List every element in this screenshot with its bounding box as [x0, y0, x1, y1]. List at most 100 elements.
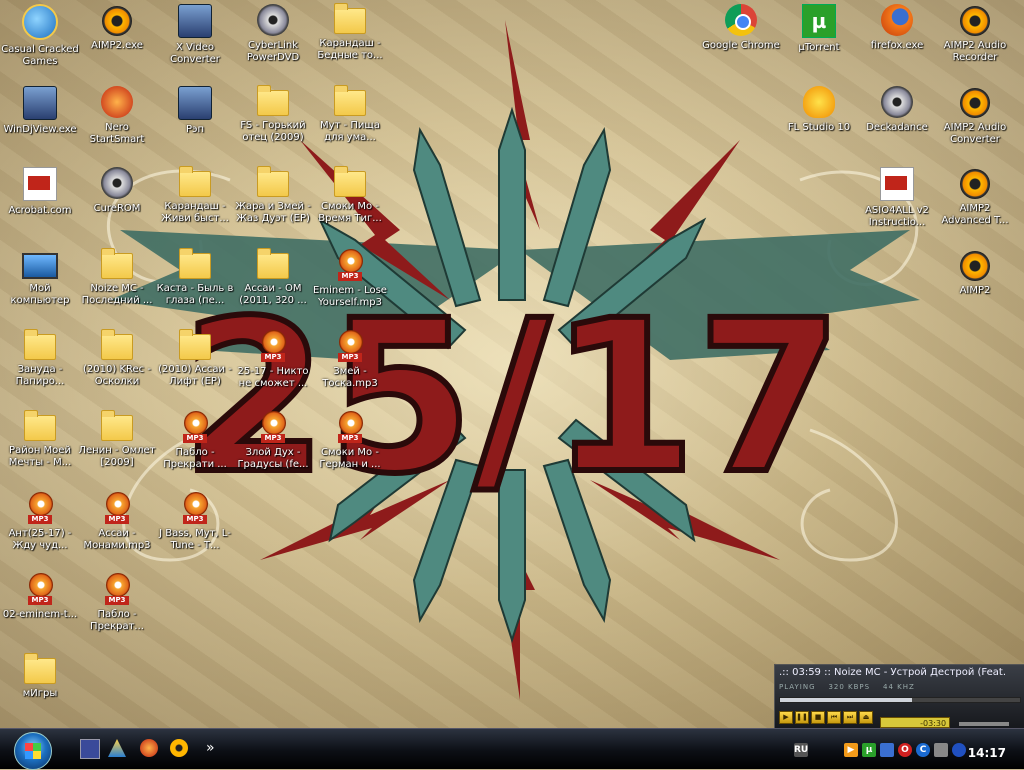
desktop-icon-label: CyberLink PowerDVD [246, 40, 300, 63]
utorrent-tray-icon[interactable]: µ [862, 743, 876, 757]
desktop-icon-label: Район Моей Мечты - М... [8, 445, 72, 468]
player-bitrate: 320 KBPS [828, 683, 871, 691]
desktop-icon-label: Смоки Мо - Время Тиг... [318, 201, 382, 224]
desktop-icon-label: Ант(25-17) - Жду чуд... [8, 528, 72, 551]
player-seek-bar[interactable] [779, 697, 1021, 703]
desktop-icon[interactable]: MP3 Ант(25-17) - Жду чуд... [0, 492, 80, 572]
desktop-icon[interactable]: (2010) KRec - Осколки [77, 329, 157, 410]
play-icon[interactable]: ▶ [779, 711, 793, 724]
desktop-icon[interactable]: µ µTorrent [779, 4, 859, 84]
desktop-icon[interactable]: Google Chrome [701, 4, 781, 84]
desktop-icon[interactable]: MP3 Пабло - Прекрати ... [155, 411, 235, 491]
prev-icon[interactable]: ⏮ [827, 711, 841, 724]
antivirus-icon[interactable]: O [898, 743, 912, 757]
desktop-icon[interactable]: MP3 Змей - Тоска.mp3 [310, 330, 390, 410]
desktop-icon[interactable]: Nero StartSmart [77, 86, 157, 166]
desktop-icon[interactable]: (2010) Ассаи - Лифт (EP) [155, 329, 235, 410]
save-icon[interactable] [80, 739, 100, 759]
volume-icon[interactable] [934, 743, 948, 757]
folder-icon [334, 3, 366, 34]
aimp-tray-icon[interactable]: ▶ [844, 743, 858, 757]
nero-icon[interactable] [140, 739, 158, 757]
app-icon [23, 86, 57, 120]
desktop-icon[interactable]: Карандаш - Живи быст... [155, 166, 235, 247]
desktop-icon[interactable]: Зануда - Папиро... [0, 329, 80, 410]
aimp-icon [960, 6, 990, 36]
pause-icon[interactable]: ❚❚ [795, 711, 809, 724]
desktop-icon[interactable]: MP3 Eminem - Lose Yourself.mp3 [310, 249, 390, 329]
desktop-icon[interactable]: ASIO4ALL v2 Instructio... [857, 167, 937, 247]
desktop-icon[interactable]: Мут - Пища для ума... [310, 85, 390, 166]
desktop-icon[interactable]: FL Studio 10 [779, 86, 859, 166]
player-volume-slider[interactable] [959, 722, 1010, 726]
mp3-file-icon: MP3 [26, 492, 54, 524]
desktop-icon[interactable]: WinDjView.exe [0, 86, 80, 166]
language-indicator[interactable]: RU [794, 743, 808, 757]
desktop-icon-label: µTorrent [798, 42, 840, 53]
desktop-icon[interactable]: Ленин - Омлет [2009] [77, 410, 157, 491]
aimp-mini-player[interactable]: .:: 03:59 :: Noize MC - Устрой Дестрой (… [774, 664, 1024, 730]
desktop-icon-label: J Bass, Мут, L-Tune - Т... [159, 528, 231, 551]
desktop-icon[interactable]: мИгры [0, 653, 80, 734]
desktop-icon[interactable]: Карандаш - Бедные то... [310, 3, 390, 84]
desktop-icon[interactable]: Жара и Змей - Жаз Дуэт (EP) [233, 166, 313, 247]
desktop-icon-label: Google Chrome [702, 40, 780, 51]
desktop-icon-label: AIMP2 Audio Recorder [943, 40, 1007, 63]
desktop-icon[interactable]: AIMP2 [935, 249, 1015, 329]
desktop-icon[interactable]: Район Моей Мечты - М... [0, 410, 80, 491]
desktop-icon[interactable]: MP3 25-17 - Никто не сможет ... [233, 330, 313, 410]
folder-icon [334, 85, 366, 116]
network-icon[interactable] [880, 743, 894, 757]
start-button[interactable] [14, 732, 52, 770]
desktop-icon[interactable]: Каста - Быль в глаза (пе... [155, 248, 235, 329]
desktop-icon[interactable]: CureROM [77, 167, 157, 247]
desktop-icon[interactable]: FS - Горький отец (2009) [233, 85, 313, 166]
desktop-icon[interactable]: Deckadance [857, 86, 937, 166]
mp3-file-icon: MP3 [103, 573, 131, 605]
quicklaunch-overflow-icon[interactable]: » [206, 739, 224, 757]
desktop-icon[interactable]: MP3 Смоки Мо - Герман и ... [310, 411, 390, 491]
desktop-icon[interactable]: MP3 02-eminem-t... [0, 573, 80, 653]
desktop-icon-label: Карандаш - Живи быст... [161, 201, 229, 224]
ie-icon [22, 4, 58, 40]
desktop-icon[interactable]: Мой компьютер [0, 249, 80, 329]
desktop-icon[interactable]: Рэп [155, 86, 235, 166]
taskbar-clock[interactable]: 14:17 [968, 746, 1006, 760]
app-triangle-icon[interactable] [108, 739, 126, 757]
desktop-icon-label: Зануда - Папиро... [15, 364, 65, 387]
desktop-icon[interactable]: AIMP2.exe [77, 4, 157, 84]
app-c-icon[interactable]: C [916, 743, 930, 757]
desktop-icon[interactable]: Noize MC - Последний ... [77, 248, 157, 329]
desktop-icon-label: Мут - Пища для ума... [320, 120, 380, 143]
eject-icon[interactable]: ⏏ [859, 711, 873, 724]
desktop-icon[interactable]: firefox.exe [857, 4, 937, 84]
desktop-icon[interactable]: Ассаи - ОМ (2011, 320 ... [233, 248, 313, 329]
folder-icon [179, 329, 211, 360]
desktop-icon[interactable]: X Video Converter [155, 4, 235, 84]
fl-studio-icon [803, 86, 835, 118]
mp3-file-icon: MP3 [26, 573, 54, 605]
desktop-icon[interactable]: AIMP2 Audio Converter [935, 86, 1015, 166]
desktop-icon-label: Рэп [185, 124, 205, 135]
desktop-icon[interactable]: Смоки Мо - Время Тиг... [310, 166, 390, 247]
desktop-icon-label: AIMP2 [959, 285, 991, 296]
desktop-icon-label: X Video Converter [170, 42, 220, 65]
desktop-icon-label: Мой компьютер [10, 283, 70, 306]
desktop-icon[interactable]: AIMP2 Audio Recorder [935, 4, 1015, 84]
stop-icon[interactable]: ■ [811, 711, 825, 724]
desktop-icon-label: Nero StartSmart [89, 122, 145, 145]
desktop-icon[interactable]: MP3 Злой Дух - Градусы (fe... [233, 411, 313, 491]
desktop-icon[interactable]: MP3 J Bass, Мут, L-Tune - Т... [155, 492, 235, 572]
desktop-icon[interactable]: Casual Cracked Games [0, 4, 80, 84]
desktop-icon[interactable]: MP3 Ассаи - Монами.mp3 [77, 492, 157, 572]
app-icon [178, 86, 212, 120]
desktop-icon-label: (2010) KRec - Осколки [83, 364, 151, 387]
display-icon[interactable] [952, 743, 966, 757]
next-icon[interactable]: ⏭ [843, 711, 857, 724]
desktop-icon[interactable]: Acrobat.com [0, 167, 80, 247]
desktop-icon[interactable]: AIMP2 Advanced T... [935, 167, 1015, 247]
desktop-icon-label: AIMP2.exe [91, 40, 143, 51]
aimp-icon[interactable] [170, 739, 188, 757]
desktop-icon[interactable]: MP3 Пабло - Прекрат... [77, 573, 157, 653]
desktop-icon[interactable]: CyberLink PowerDVD [233, 4, 313, 84]
